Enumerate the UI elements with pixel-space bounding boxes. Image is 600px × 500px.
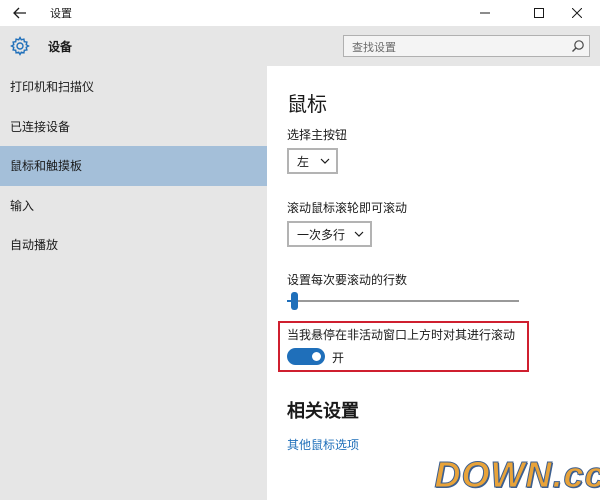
sidebar-title: 设备 [48, 40, 73, 54]
scroll-lines-slider-track[interactable] [287, 300, 519, 302]
sidebar: 设备 打印机和扫描仪 已连接设备 鼠标和触摸板 输入 自动播放 [0, 26, 267, 500]
sidebar-item-mouse-touchpad[interactable]: 鼠标和触摸板 [0, 146, 267, 186]
sidebar-item-label: 输入 [10, 198, 35, 213]
sidebar-header: 设备 [0, 26, 267, 66]
inactive-scroll-label: 当我悬停在非活动窗口上方时对其进行滚动 [287, 328, 516, 342]
close-button[interactable] [554, 0, 600, 26]
maximize-icon [534, 8, 544, 18]
toggle-state-label: 开 [332, 351, 345, 365]
primary-button-label: 选择主按钮 [287, 128, 348, 142]
window-title: 设置 [50, 7, 72, 20]
search-icon[interactable] [571, 39, 585, 53]
search-input[interactable]: 查找设置 [343, 35, 590, 57]
sidebar-item-label: 鼠标和触摸板 [10, 159, 83, 174]
primary-button-dropdown[interactable]: 左 [287, 148, 338, 174]
section-title: 鼠标 [287, 92, 327, 116]
scroll-wheel-label: 滚动鼠标滚轮即可滚动 [287, 201, 408, 215]
gear-icon [10, 36, 30, 56]
sidebar-item-typing[interactable]: 输入 [0, 186, 267, 226]
chevron-down-icon [354, 231, 364, 237]
main-content: 鼠标 选择主按钮 左 滚动鼠标滚轮即可滚动 一次多行 设置每次要滚动的行数 当我… [267, 66, 600, 500]
sidebar-item-label: 打印机和扫描仪 [10, 80, 95, 95]
sidebar-item-autoplay[interactable]: 自动播放 [0, 225, 267, 265]
sidebar-item-label: 自动播放 [10, 238, 59, 253]
other-mouse-options-link[interactable]: 其他鼠标选项 [287, 436, 359, 453]
title-bar: 设置 [0, 0, 600, 26]
back-button[interactable] [0, 0, 40, 26]
chevron-down-icon [320, 158, 330, 164]
scroll-lines-label: 设置每次要滚动的行数 [287, 273, 408, 287]
toggle-knob [312, 352, 321, 361]
close-icon [572, 8, 582, 18]
arrow-left-icon [13, 7, 26, 19]
related-settings-title: 相关设置 [287, 401, 359, 422]
header-band: 查找设置 [267, 26, 600, 66]
inactive-scroll-toggle[interactable] [287, 348, 325, 365]
sidebar-item-label: 已连接设备 [10, 119, 71, 134]
scroll-wheel-dropdown[interactable]: 一次多行 [287, 221, 372, 247]
watermark-text: DOWN.cc [434, 454, 600, 496]
sidebar-list: 打印机和扫描仪 已连接设备 鼠标和触摸板 输入 自动播放 [0, 67, 267, 265]
minimize-icon [480, 12, 490, 14]
watermark-logo: DOWN.cc [434, 450, 600, 500]
primary-button-value: 左 [297, 154, 310, 169]
scroll-lines-slider-thumb[interactable] [291, 292, 298, 310]
search-placeholder: 查找设置 [352, 41, 396, 54]
scroll-wheel-value: 一次多行 [297, 227, 346, 242]
sidebar-item-connected-devices[interactable]: 已连接设备 [0, 107, 267, 147]
sidebar-item-printers[interactable]: 打印机和扫描仪 [0, 67, 267, 107]
minimize-button[interactable] [462, 0, 508, 26]
